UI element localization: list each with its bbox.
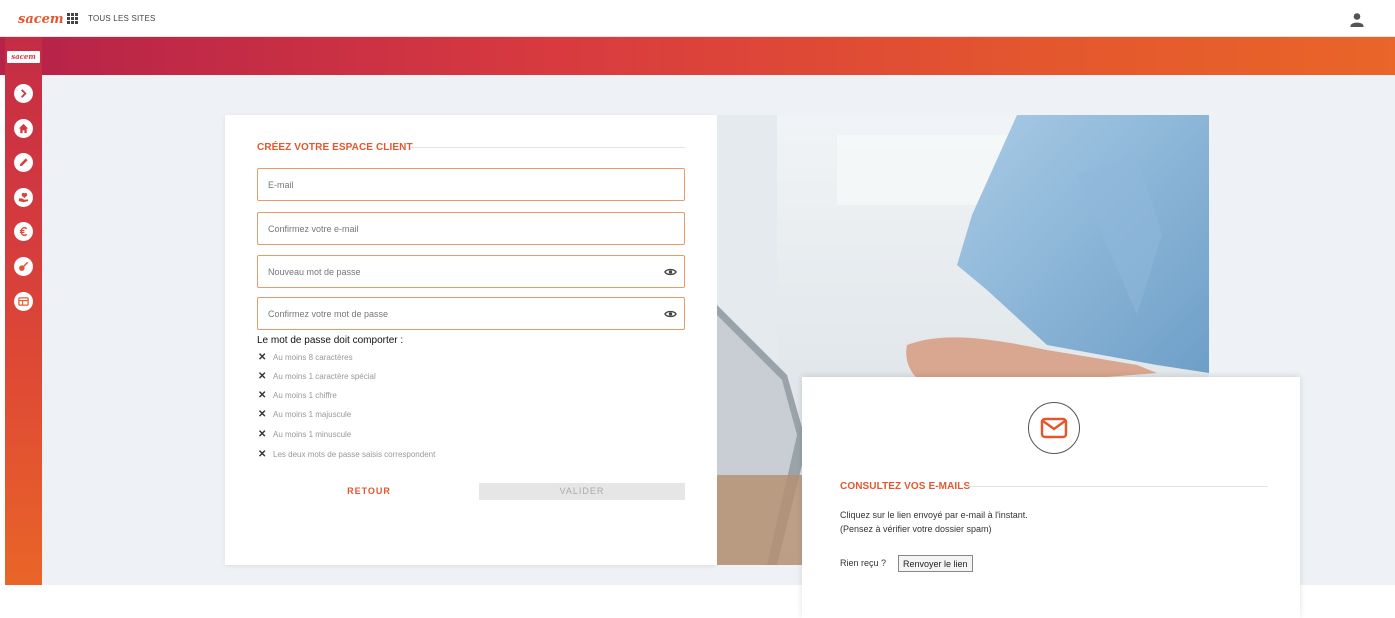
guitar-icon (19, 261, 29, 271)
confirm-password-field[interactable] (257, 297, 685, 330)
password-rule: ✕ Au moins 1 majuscule (258, 409, 352, 420)
password-rule: ✕ Au moins 8 caractères (258, 352, 353, 363)
password-rules-title: Le mot de passe doit comporter : (257, 335, 404, 346)
sidebar-item-catalog[interactable] (14, 292, 33, 311)
eye-icon[interactable] (664, 308, 677, 320)
password-rule: ✕ Les deux mots de passe saisis correspon… (258, 449, 436, 460)
dialog-spam-hint: (Pensez à vérifier votre dossier spam) (840, 524, 992, 534)
resend-link-button[interactable]: Renvoyer le lien (898, 555, 973, 572)
all-sites-link[interactable]: TOUS LES SITES (88, 14, 156, 23)
sidebar-item-home[interactable] (14, 119, 33, 138)
sidebar-item-royalties[interactable] (14, 222, 33, 241)
user-icon[interactable] (1349, 12, 1365, 28)
hand-heart-icon (18, 192, 29, 203)
email-confirmation-dialog: CONSULTEZ VOS E-MAILS Cliquez sur le lie… (802, 377, 1300, 618)
cross-icon: ✕ (258, 409, 267, 420)
email-input[interactable] (258, 169, 684, 200)
euro-icon (19, 226, 28, 237)
sidebar-item-expand[interactable] (14, 84, 33, 103)
cross-icon: ✕ (258, 449, 267, 460)
table-icon (18, 297, 29, 306)
cross-icon: ✕ (258, 352, 267, 363)
form-title: CRÉEZ VOTRE ESPACE CLIENT (257, 142, 413, 153)
confirm-email-input[interactable] (258, 213, 684, 244)
envelope-icon (1040, 417, 1068, 439)
sidebar-item-works[interactable] (14, 188, 33, 207)
password-field[interactable] (257, 255, 685, 288)
dialog-title-divider (968, 486, 1268, 487)
confirm-password-input[interactable] (258, 298, 684, 329)
back-button[interactable]: RETOUR (319, 483, 419, 499)
sidebar-item-edit[interactable] (14, 153, 33, 172)
cross-icon: ✕ (258, 390, 267, 401)
signup-form-card: CRÉEZ VOTRE ESPACE CLIENT Le mot de pass… (225, 115, 717, 565)
header-banner (0, 37, 1395, 75)
password-rule: ✕ Au moins 1 minuscule (258, 429, 352, 440)
home-icon (18, 123, 29, 134)
eye-icon[interactable] (664, 266, 677, 278)
password-rule: ✕ Au moins 1 caractère spécial (258, 371, 376, 382)
apps-grid-icon[interactable] (67, 13, 78, 24)
resend-question: Rien reçu ? (840, 558, 887, 568)
confirm-email-field[interactable] (257, 212, 685, 245)
cross-icon: ✕ (258, 429, 267, 440)
envelope-circle (1028, 402, 1080, 454)
sidebar-item-music[interactable] (14, 257, 33, 276)
sidebar: sacem (5, 37, 42, 585)
password-rule: ✕ Au moins 1 chiffre (258, 390, 337, 401)
top-bar: sacem TOUS LES SITES (0, 0, 1395, 37)
dialog-title: CONSULTEZ VOS E-MAILS (840, 481, 971, 492)
cross-icon: ✕ (258, 371, 267, 382)
password-input[interactable] (258, 256, 684, 287)
email-field[interactable] (257, 168, 685, 201)
sacem-logo[interactable]: sacem (18, 12, 64, 27)
submit-button[interactable]: VALIDER (479, 483, 685, 500)
pencil-icon (19, 158, 28, 167)
title-divider (411, 147, 685, 148)
sidebar-logo: sacem (7, 51, 40, 63)
dialog-instruction: Cliquez sur le lien envoyé par e-mail à … (840, 510, 1028, 520)
chevron-right-icon (21, 89, 27, 98)
